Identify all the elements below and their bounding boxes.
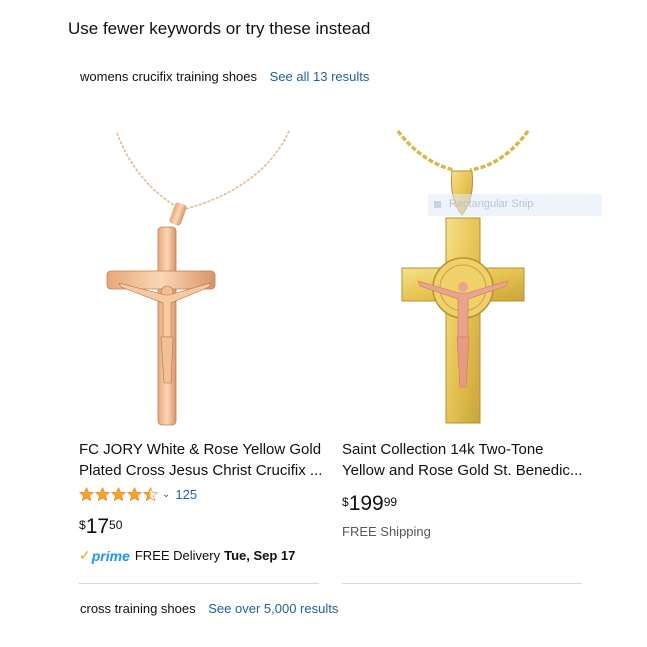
suggestion-row-1: womens crucifix training shoes See all 1…: [80, 69, 369, 84]
snip-overlay: Rectangular Snip: [428, 194, 602, 216]
see-over-results-link[interactable]: See over 5,000 results: [208, 601, 338, 616]
delivery-info: ✓ prime FREE Delivery Tue, Sep 17: [79, 547, 295, 564]
star-full-icon: [127, 486, 142, 501]
delivery-text: FREE Delivery: [134, 548, 221, 563]
product-title-line: Yellow and Rose Gold St. Benedic...: [342, 462, 583, 479]
product-image-2[interactable]: [342, 125, 582, 427]
product-image-1[interactable]: [79, 125, 319, 427]
product-title-2[interactable]: Saint Collection 14k Two-Tone Yellow and…: [342, 439, 587, 481]
price-fraction: 99: [383, 495, 398, 509]
delivery-date: Tue, Sep 17: [224, 548, 296, 563]
shipping-info: FREE Shipping: [342, 524, 431, 539]
prime-check-icon: ✓: [79, 547, 91, 563]
price-currency: $: [342, 495, 349, 509]
snip-icon: [434, 200, 441, 208]
product-price-2: $ 199 99: [342, 492, 397, 516]
chevron-down-icon[interactable]: ⌄: [162, 489, 170, 500]
card-divider: [79, 583, 319, 584]
prime-label: prime: [91, 547, 130, 564]
star-full-icon: [79, 486, 94, 501]
star-half-icon: [143, 486, 158, 501]
suggestion-row-2: cross training shoes See over 5,000 resu…: [80, 601, 338, 616]
suggestion-term: cross training shoes: [80, 601, 196, 616]
see-all-results-link[interactable]: See all 13 results: [270, 69, 370, 84]
product-rating[interactable]: ⌄ 125: [79, 486, 197, 502]
product-title-1[interactable]: FC JORY White & Rose Yellow Gold Plated …: [79, 439, 324, 481]
product-title-line: Plated Cross Jesus Christ Crucifix ...: [79, 462, 323, 479]
star-rating: [79, 486, 159, 502]
prime-badge: ✓ prime: [79, 547, 130, 564]
product-price-1: $ 17 50: [79, 515, 122, 539]
snip-label: Rectangular Snip: [449, 198, 534, 210]
price-currency: $: [79, 518, 86, 532]
price-fraction: 50: [109, 518, 123, 532]
star-full-icon: [95, 486, 110, 501]
card-divider: [342, 583, 582, 584]
rating-count-link[interactable]: 125: [175, 487, 197, 502]
price-whole: 17: [85, 515, 110, 538]
product-title-line: Saint Collection 14k Two-Tone: [342, 441, 544, 458]
two-tone-gold-crucifix-pendant-icon: [396, 129, 530, 424]
rose-gold-crucifix-necklace-icon: [106, 130, 290, 426]
product-title-line: FC JORY White & Rose Yellow Gold: [79, 441, 322, 458]
product-card-2: Saint Collection 14k Two-Tone Yellow and…: [342, 125, 582, 584]
star-full-icon: [111, 486, 126, 501]
price-whole: 199: [348, 492, 384, 515]
product-card-1: FC JORY White & Rose Yellow Gold Plated …: [79, 125, 322, 584]
suggestion-term: womens crucifix training shoes: [80, 69, 258, 84]
results-heading: Use fewer keywords or try these instead: [68, 19, 371, 38]
